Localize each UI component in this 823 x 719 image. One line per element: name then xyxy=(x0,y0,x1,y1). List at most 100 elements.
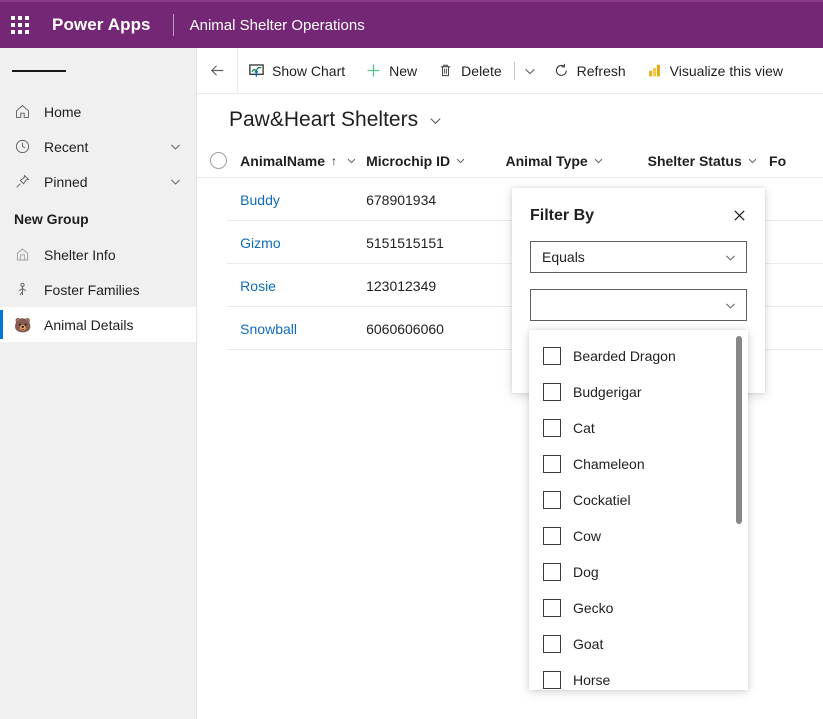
option-list-scroll-area: Bearded Dragon Budgerigar Cat Chameleon … xyxy=(529,330,748,690)
chevron-down-icon[interactable] xyxy=(455,155,466,166)
column-label: Animal Type xyxy=(505,152,588,169)
animal-type-option-list: Bearded Dragon Budgerigar Cat Chameleon … xyxy=(529,330,748,690)
list-item[interactable]: Cat xyxy=(529,410,748,446)
sidebar-item-foster-families[interactable]: Foster Families xyxy=(0,272,196,307)
new-button[interactable]: New xyxy=(355,48,427,94)
refresh-button[interactable]: Refresh xyxy=(543,48,636,94)
list-item[interactable]: Dog xyxy=(529,554,748,590)
filter-panel-header: Filter By xyxy=(512,188,765,225)
checkbox-icon[interactable] xyxy=(543,635,561,653)
column-header-shelter-status[interactable]: Shelter Status xyxy=(648,153,769,169)
sidebar-item-label: Recent xyxy=(44,138,89,155)
delete-label: Delete xyxy=(461,62,502,79)
show-chart-icon xyxy=(248,62,265,79)
chevron-down-icon[interactable] xyxy=(169,175,182,188)
option-label: Bearded Dragon xyxy=(573,348,676,364)
column-label: Fo xyxy=(769,152,787,169)
sidebar-item-pinned[interactable]: Pinned xyxy=(0,164,196,199)
option-list-scrollbar[interactable] xyxy=(736,336,742,684)
cell-animalname[interactable]: Snowball xyxy=(240,321,366,337)
checkbox-icon[interactable] xyxy=(543,491,561,509)
visualize-this-view-button[interactable]: Visualize this view xyxy=(636,48,793,94)
column-label: Microchip ID xyxy=(366,152,451,169)
pin-icon xyxy=(14,173,36,190)
building-icon xyxy=(14,246,36,263)
column-header-microchip-id[interactable]: Microchip ID xyxy=(366,153,505,169)
option-label: Cockatiel xyxy=(573,492,631,508)
delete-button[interactable]: Delete xyxy=(427,48,511,94)
checkbox-icon[interactable] xyxy=(543,671,561,689)
list-item[interactable]: Gecko xyxy=(529,590,748,626)
chevron-down-icon[interactable] xyxy=(593,155,604,166)
brand-title[interactable]: Power Apps xyxy=(52,15,151,35)
option-label: Dog xyxy=(573,564,599,580)
sidebar-item-recent[interactable]: Recent xyxy=(0,129,196,164)
option-label: Horse xyxy=(573,672,611,688)
visualize-label: Visualize this view xyxy=(669,62,784,79)
checkbox-icon[interactable] xyxy=(543,383,561,401)
show-chart-button[interactable]: Show Chart xyxy=(238,48,355,94)
option-label: Cow xyxy=(573,528,602,544)
checkbox-icon[interactable] xyxy=(543,347,561,365)
option-label: Gecko xyxy=(573,600,614,616)
option-label: Goat xyxy=(573,636,604,652)
sidebar-item-label: Pinned xyxy=(44,173,88,190)
option-label: Budgerigar xyxy=(573,384,642,400)
option-label: Cat xyxy=(573,420,595,436)
checkbox-icon[interactable] xyxy=(543,527,561,545)
column-header-foster[interactable]: Fo xyxy=(769,153,823,169)
sidebar-item-shelter-info[interactable]: Shelter Info xyxy=(0,237,196,272)
column-header-animalname[interactable]: AnimalName ↑ xyxy=(240,153,366,169)
list-item[interactable]: Cow xyxy=(529,518,748,554)
sidebar-item-home[interactable]: Home xyxy=(0,94,196,129)
select-all-circle-icon[interactable] xyxy=(210,152,228,169)
sidebar-item-animal-details[interactable]: 🐻 Animal Details xyxy=(0,307,196,342)
cell-animalname[interactable]: Gizmo xyxy=(240,235,366,251)
list-item[interactable]: Budgerigar xyxy=(529,374,748,410)
filter-operator-dropdown[interactable]: Equals xyxy=(530,241,747,273)
column-header-animal-type[interactable]: Animal Type xyxy=(506,153,648,169)
list-item[interactable]: Cockatiel xyxy=(529,482,748,518)
cell-microchip-id: 6060606060 xyxy=(366,320,444,337)
checkbox-icon[interactable] xyxy=(543,563,561,581)
overflow-chevron-down-icon[interactable] xyxy=(517,48,543,94)
refresh-label: Refresh xyxy=(576,62,626,79)
checkbox-icon[interactable] xyxy=(543,455,561,473)
chevron-down-icon[interactable] xyxy=(724,299,737,312)
cell-microchip-id: 123012349 xyxy=(366,277,437,294)
hamburger-menu-icon[interactable] xyxy=(0,48,196,94)
filter-operator-value: Equals xyxy=(542,249,585,265)
view-title-row: Paw&Heart Shelters xyxy=(197,94,823,144)
cell-animalname[interactable]: Buddy xyxy=(240,192,366,208)
select-all-cell[interactable] xyxy=(197,152,240,169)
cell-microchip-id: 678901934 xyxy=(366,191,437,208)
option-label: Chameleon xyxy=(573,456,645,472)
show-chart-label: Show Chart xyxy=(272,62,346,79)
list-item[interactable]: Goat xyxy=(529,626,748,662)
chevron-down-icon[interactable] xyxy=(169,140,182,153)
command-bar: Show Chart New Delete Refresh Visualize … xyxy=(197,47,823,94)
new-label: New xyxy=(389,62,418,79)
list-item[interactable]: Bearded Dragon xyxy=(529,338,748,374)
back-arrow-icon[interactable] xyxy=(197,48,237,94)
list-item[interactable]: Horse xyxy=(529,662,748,690)
top-app-bar: Power Apps Animal Shelter Operations xyxy=(0,0,823,48)
column-label: Shelter Status xyxy=(647,152,742,169)
chevron-down-icon[interactable] xyxy=(747,155,758,166)
chevron-down-icon[interactable] xyxy=(346,155,357,166)
checkbox-icon[interactable] xyxy=(543,599,561,617)
page-title: Paw&Heart Shelters xyxy=(229,108,419,131)
scrollbar-thumb[interactable] xyxy=(736,336,742,524)
cell-animalname[interactable]: Rosie xyxy=(240,278,366,294)
chevron-down-icon[interactable] xyxy=(724,251,737,264)
view-selector-chevron-down-icon[interactable] xyxy=(428,113,443,128)
filter-value-dropdown[interactable] xyxy=(530,289,747,321)
clock-icon xyxy=(14,138,36,155)
close-x-icon[interactable] xyxy=(728,206,751,225)
sidebar-group-title: New Group xyxy=(14,211,89,227)
sidebar-item-label: Animal Details xyxy=(44,316,134,333)
checkbox-icon[interactable] xyxy=(543,419,561,437)
sidebar: Home Recent Pinned New Group Shelter Inf… xyxy=(0,48,197,719)
waffle-icon[interactable] xyxy=(0,1,40,49)
list-item[interactable]: Chameleon xyxy=(529,446,748,482)
